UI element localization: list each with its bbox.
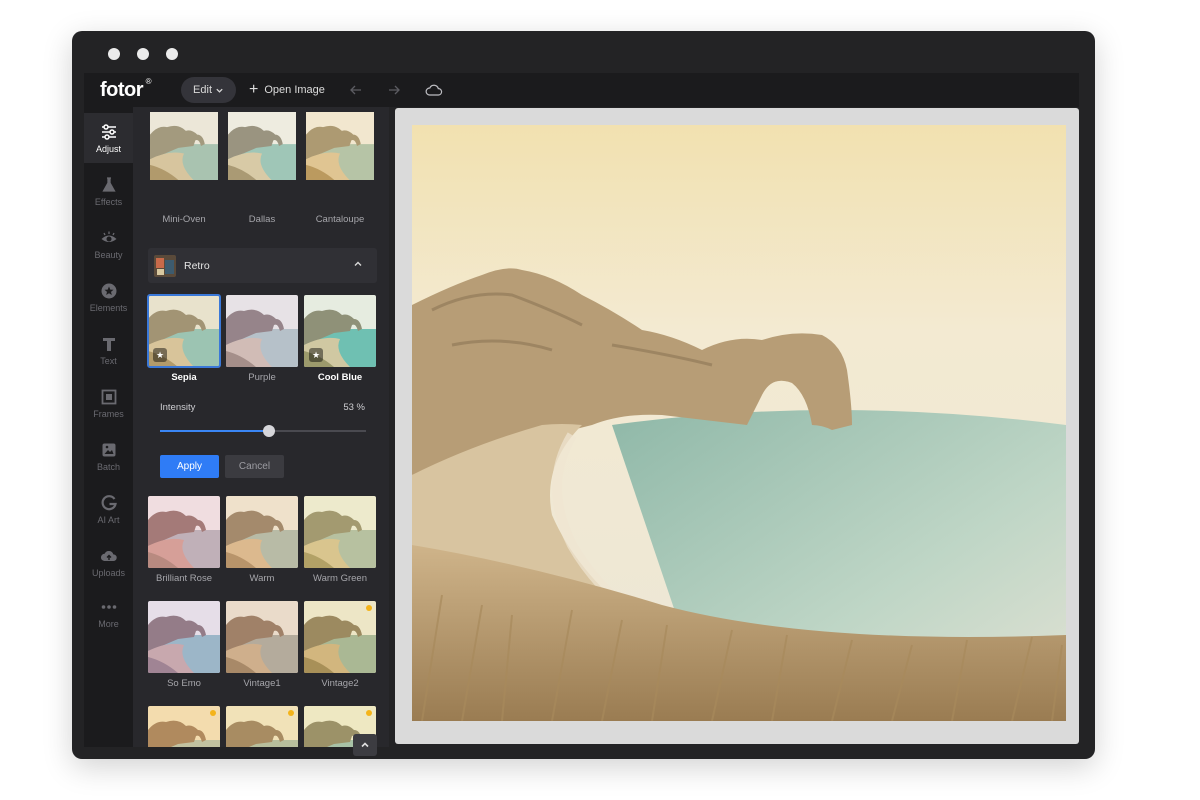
plus-icon: + — [249, 81, 259, 98]
intensity-slider[interactable] — [160, 425, 366, 437]
left-sidebar: Adjust Effects Beauty Elements Text Fram… — [84, 107, 133, 747]
sliders-icon — [101, 123, 116, 140]
batch-icon — [102, 443, 115, 456]
star-icon: ★ — [153, 348, 167, 362]
filter-label: Warm Green — [312, 573, 368, 584]
filter-label-selected: Sepia — [171, 372, 197, 383]
sidebar-item-label: Batch — [96, 461, 120, 472]
filter-thumb[interactable] — [148, 706, 220, 747]
filter-thumb-warm-green[interactable] — [304, 496, 376, 568]
filter-label: Brilliant Rose — [156, 573, 212, 584]
filter-thumb-dallas[interactable] — [226, 112, 298, 180]
sidebar-item-beauty[interactable]: Beauty — [84, 219, 133, 269]
arrow-left-icon — [349, 85, 361, 95]
premium-dot-icon — [210, 710, 216, 716]
edit-label: Edit — [193, 84, 213, 96]
sidebar-item-batch[interactable]: Batch — [84, 431, 133, 481]
sidebar-item-label: Uploads — [91, 567, 126, 578]
sidebar-item-effects[interactable]: Effects — [84, 166, 133, 216]
filter-label: Cantaloupe — [315, 214, 365, 225]
retro-section-header[interactable]: Retro — [148, 248, 377, 283]
filter-panel: Mini-Oven Dallas Cantaloupe Retro ★ ★ Se… — [133, 107, 389, 747]
filter-thumb-vintage1[interactable] — [226, 601, 298, 673]
filter-label: Warm — [249, 573, 275, 584]
premium-dot-icon — [366, 710, 372, 716]
sidebar-item-label: AI Art — [97, 514, 120, 525]
landscape-photo — [412, 125, 1066, 721]
sidebar-item-elements[interactable]: Elements — [84, 272, 133, 322]
filter-thumb-sepia[interactable]: ★ — [147, 294, 221, 368]
premium-dot-icon — [366, 605, 372, 611]
window-maximize-dot[interactable] — [166, 48, 178, 60]
fotor-logo[interactable]: fotor ® — [100, 77, 152, 102]
edited-photo[interactable] — [412, 125, 1066, 721]
sidebar-item-ai-art[interactable]: AI Art — [84, 484, 133, 534]
scroll-to-top-button[interactable] — [353, 734, 377, 756]
app-window: fotor® Edit + Open Image Adjust Effects — [72, 31, 1095, 759]
retro-section-thumb — [154, 254, 176, 277]
filter-label: Vintage2 — [321, 678, 359, 689]
intensity-value: 53 % — [343, 402, 365, 413]
filter-label: So Emo — [167, 678, 201, 689]
sidebar-item-frames[interactable]: Frames — [84, 378, 133, 428]
sidebar-item-label: More — [98, 618, 119, 629]
open-image-label: Open Image — [264, 84, 325, 96]
cloud-save-button[interactable] — [425, 83, 443, 97]
star-circle-icon — [101, 283, 116, 298]
text-icon — [102, 337, 115, 351]
filter-label: Purple — [248, 372, 276, 383]
edit-menu-button[interactable]: Edit — [181, 77, 237, 103]
frame-icon — [101, 389, 116, 404]
intensity-slider-fill — [160, 430, 270, 432]
redo-button[interactable] — [387, 83, 401, 97]
sidebar-item-label: Adjust — [95, 143, 121, 154]
sidebar-item-more[interactable]: More — [84, 588, 133, 638]
sidebar-item-adjust[interactable]: Adjust — [84, 113, 133, 163]
sidebar-item-label: Frames — [93, 408, 124, 419]
canvas-area — [395, 108, 1079, 744]
filter-label: Cool Blue — [317, 372, 363, 383]
eye-icon — [101, 231, 116, 242]
sidebar-item-label: Beauty — [94, 249, 123, 260]
section-title: Retro — [184, 259, 210, 272]
sidebar-item-label: Text — [100, 355, 117, 366]
cloud-icon — [425, 84, 443, 96]
filter-thumb-cantaloupe[interactable] — [304, 112, 376, 180]
undo-button[interactable] — [349, 83, 363, 97]
more-dots-icon — [101, 604, 116, 609]
intensity-slider-handle[interactable] — [263, 425, 276, 437]
chevron-up-icon — [361, 742, 369, 748]
filter-label: Vintage1 — [243, 678, 281, 689]
filter-thumb-so-emo[interactable] — [148, 601, 220, 673]
ai-art-icon — [101, 494, 117, 510]
top-toolbar: fotor ® Edit + Open Image — [84, 73, 1079, 107]
window-controls — [108, 48, 178, 60]
filter-thumb-brilliant-rose[interactable] — [148, 496, 220, 568]
sidebar-item-label: Elements — [89, 302, 128, 313]
cancel-button[interactable]: Cancel — [225, 455, 284, 478]
apply-button[interactable]: Apply — [160, 455, 219, 478]
filter-thumb-cool-blue[interactable]: ★ — [304, 295, 376, 367]
sidebar-item-label: Effects — [94, 196, 123, 207]
filter-label: Mini-Oven — [162, 214, 206, 225]
window-minimize-dot[interactable] — [137, 48, 149, 60]
filter-thumb-purple[interactable] — [226, 295, 298, 367]
star-icon: ★ — [309, 348, 323, 362]
filter-thumb[interactable] — [226, 706, 298, 747]
filter-label: Dallas — [248, 214, 276, 225]
sidebar-item-uploads[interactable]: Uploads — [84, 537, 133, 587]
filter-thumb-vintage2[interactable] — [304, 601, 376, 673]
chevron-down-icon — [216, 88, 223, 93]
sidebar-item-text[interactable]: Text — [84, 325, 133, 375]
chevron-up-icon — [354, 261, 362, 266]
filter-thumb-warm[interactable] — [226, 496, 298, 568]
premium-dot-icon — [288, 710, 294, 716]
arrow-right-icon — [388, 85, 400, 95]
flask-icon — [101, 176, 116, 192]
window-close-dot[interactable] — [108, 48, 120, 60]
cloud-upload-icon — [100, 550, 117, 561]
open-image-button[interactable]: + Open Image — [249, 82, 325, 98]
intensity-label: Intensity — [160, 402, 196, 413]
filter-thumb-mini-oven[interactable] — [148, 112, 220, 180]
